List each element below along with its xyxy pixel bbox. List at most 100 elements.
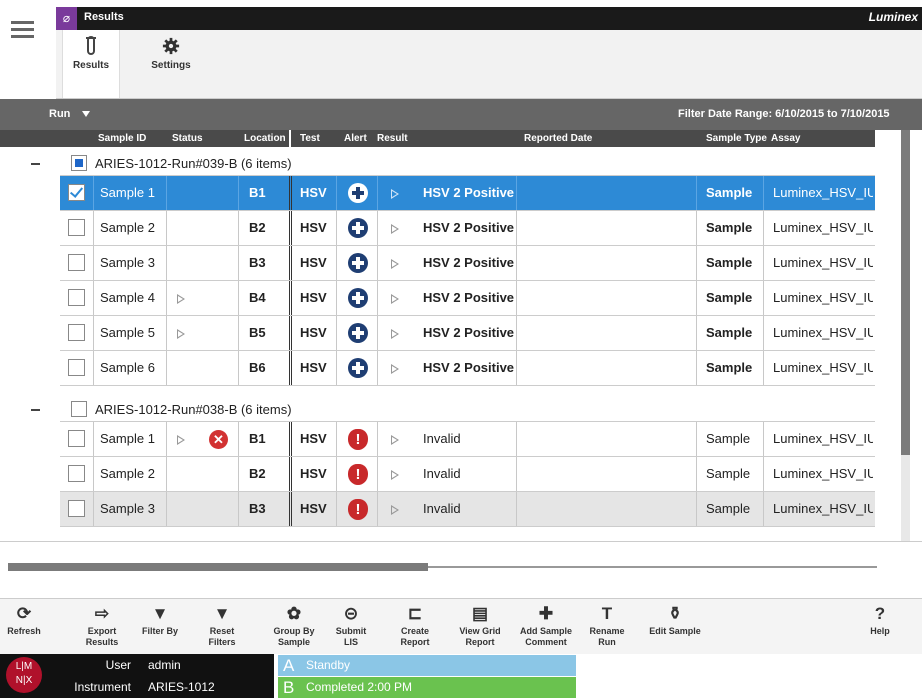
- group-by-sample-button[interactable]: ✿ Group By Sample: [270, 603, 318, 648]
- table-row[interactable]: Sample 3 B3 HSV! Invalid Sample Luminex_HSV_I…: [60, 492, 875, 527]
- module-a-status[interactable]: A Standby: [278, 655, 576, 676]
- user-value: admin: [148, 658, 181, 672]
- assay-cell: Luminex_HSV_IU: [773, 290, 873, 305]
- module-b-status[interactable]: B Completed 2:00 PM: [278, 677, 576, 698]
- group-row[interactable]: ARIES-1012-Run#038-B (6 items): [0, 397, 875, 422]
- lmnx-logo-area: L|M N|X: [0, 654, 68, 698]
- add-sample-comment-button[interactable]: ✚ Add Sample Comment: [516, 603, 576, 648]
- expand-result-icon[interactable]: [391, 189, 399, 199]
- reset-filters-button[interactable]: ▼ Reset Filters: [200, 603, 244, 648]
- user-label: User: [105, 658, 131, 672]
- expand-status-icon[interactable]: [177, 435, 185, 445]
- row-checkbox[interactable]: [68, 430, 85, 447]
- results-module-button[interactable]: Results: [62, 30, 120, 98]
- row-checkbox[interactable]: [68, 465, 85, 482]
- expand-status-icon[interactable]: [177, 329, 185, 339]
- alert-positive-icon[interactable]: [348, 358, 368, 378]
- settings-module-button[interactable]: Settings: [140, 30, 202, 98]
- filter-by-button[interactable]: ▼ Filter By: [140, 603, 180, 637]
- toolbar-label: Create Report: [400, 626, 430, 647]
- collapse-icon[interactable]: [31, 163, 40, 165]
- filter-icon: ▼: [151, 604, 169, 623]
- row-checkbox[interactable]: [68, 219, 85, 236]
- alert-positive-icon[interactable]: [348, 218, 368, 238]
- assay-cell: Luminex_HSV_IU: [773, 360, 873, 375]
- rename-icon: T: [601, 604, 613, 623]
- row-checkbox[interactable]: [68, 359, 85, 376]
- sample-id-cell: Sample 6: [100, 360, 155, 375]
- alert-positive-icon[interactable]: [348, 323, 368, 343]
- result-cell: HSV 2 Positive: [423, 220, 515, 235]
- col-status[interactable]: Status: [172, 130, 203, 147]
- expand-result-icon[interactable]: [391, 259, 399, 269]
- menu-button[interactable]: [0, 7, 56, 99]
- frozen-column-divider[interactable]: [289, 130, 291, 147]
- expand-result-icon[interactable]: [391, 294, 399, 304]
- table-row[interactable]: Sample 2 B2 HSV HSV 2 Positive Sample Luminex…: [60, 211, 875, 246]
- row-checkbox[interactable]: [68, 289, 85, 306]
- export-results-button[interactable]: ⇨ Export Results: [78, 603, 126, 648]
- table-row[interactable]: Sample 5 B5 HSV HSV 2 Positive Sample Luminex…: [60, 316, 875, 351]
- expand-result-icon[interactable]: [391, 364, 399, 374]
- rename-run-button[interactable]: T Rename Run: [586, 603, 628, 648]
- toolbar-label: Reset Filters: [208, 626, 236, 647]
- col-result[interactable]: Result: [377, 130, 408, 147]
- alert-positive-icon[interactable]: [348, 288, 368, 308]
- col-assay[interactable]: Assay: [771, 130, 800, 147]
- group-checkbox[interactable]: [71, 155, 87, 171]
- alert-error-icon[interactable]: !: [348, 429, 368, 450]
- col-sample-id[interactable]: Sample ID: [98, 130, 146, 147]
- row-checkbox[interactable]: [68, 184, 85, 201]
- view-grid-report-button[interactable]: ▤ View Grid Report: [456, 603, 504, 648]
- table-row[interactable]: Sample 1 ✕ B1 HSV! Invalid Sample Luminex_HSV_…: [60, 422, 875, 457]
- alert-positive-icon[interactable]: [348, 253, 368, 273]
- toolbar-label: Submit LIS: [335, 626, 367, 647]
- expand-result-icon[interactable]: [391, 224, 399, 234]
- assay-cell: Luminex_HSV_IU: [773, 431, 873, 446]
- sample-type-cell: Sample: [706, 185, 753, 200]
- refresh-button[interactable]: ⟳ Refresh: [6, 603, 42, 637]
- horizontal-scroll-track[interactable]: [428, 566, 877, 568]
- group-checkbox[interactable]: [71, 401, 87, 417]
- edit-sample-button[interactable]: ⚱ Edit Sample: [640, 603, 710, 637]
- run-dropdown[interactable]: Run: [49, 99, 70, 130]
- alert-error-icon[interactable]: !: [348, 499, 368, 520]
- alert-positive-icon[interactable]: [348, 183, 368, 203]
- col-location[interactable]: Location: [244, 130, 286, 147]
- col-sample-type[interactable]: Sample Type: [706, 130, 767, 147]
- col-alert[interactable]: Alert: [344, 130, 367, 147]
- expand-result-icon[interactable]: [391, 435, 399, 445]
- col-test[interactable]: Test: [300, 130, 320, 147]
- expand-result-icon[interactable]: [391, 470, 399, 480]
- location-cell: B5: [249, 325, 266, 340]
- table-row[interactable]: Sample 2 B2 HSV! Invalid Sample Luminex_HSV_I…: [60, 457, 875, 492]
- help-button[interactable]: ? Help: [860, 603, 900, 637]
- sample-type-cell: Sample: [706, 466, 751, 481]
- table-row[interactable]: Sample 4 B4 HSV HSV 2 Positive Sample Luminex…: [60, 281, 875, 316]
- horizontal-scrollbar[interactable]: [8, 563, 428, 571]
- vertical-scrollbar[interactable]: [901, 130, 910, 455]
- group-row[interactable]: ARIES-1012-Run#039-B (6 items): [0, 151, 875, 176]
- sample-type-cell: Sample: [706, 501, 751, 516]
- create-report-button[interactable]: ⊏ Create Report: [396, 603, 434, 648]
- expand-status-icon[interactable]: [177, 294, 185, 304]
- row-checkbox[interactable]: [68, 254, 85, 271]
- sample-id-cell: Sample 2: [100, 220, 155, 235]
- row-checkbox[interactable]: [68, 500, 85, 517]
- table-row[interactable]: Sample 1 B1 HSV HSV 2 Positive Sample Luminex…: [60, 176, 875, 211]
- col-reported-date[interactable]: Reported Date: [524, 130, 592, 147]
- submit-lis-button[interactable]: ⊝ Submit LIS: [328, 603, 374, 648]
- expand-result-icon[interactable]: [391, 505, 399, 515]
- table-row[interactable]: Sample 6 B6 HSV HSV 2 Positive Sample Luminex…: [60, 351, 875, 386]
- chevron-down-icon[interactable]: [82, 111, 90, 117]
- sample-id-cell: Sample 2: [100, 466, 155, 481]
- vertical-scroll-track[interactable]: [901, 455, 910, 541]
- add-comment-icon: ✚: [538, 604, 554, 623]
- table-row[interactable]: Sample 3 B3 HSV HSV 2 Positive Sample Luminex…: [60, 246, 875, 281]
- expand-result-icon[interactable]: [391, 329, 399, 339]
- row-checkbox[interactable]: [68, 324, 85, 341]
- result-cell: Invalid: [423, 431, 461, 446]
- brand-logo: Luminex: [868, 10, 918, 24]
- alert-error-icon[interactable]: !: [348, 464, 368, 485]
- collapse-icon[interactable]: [31, 409, 40, 411]
